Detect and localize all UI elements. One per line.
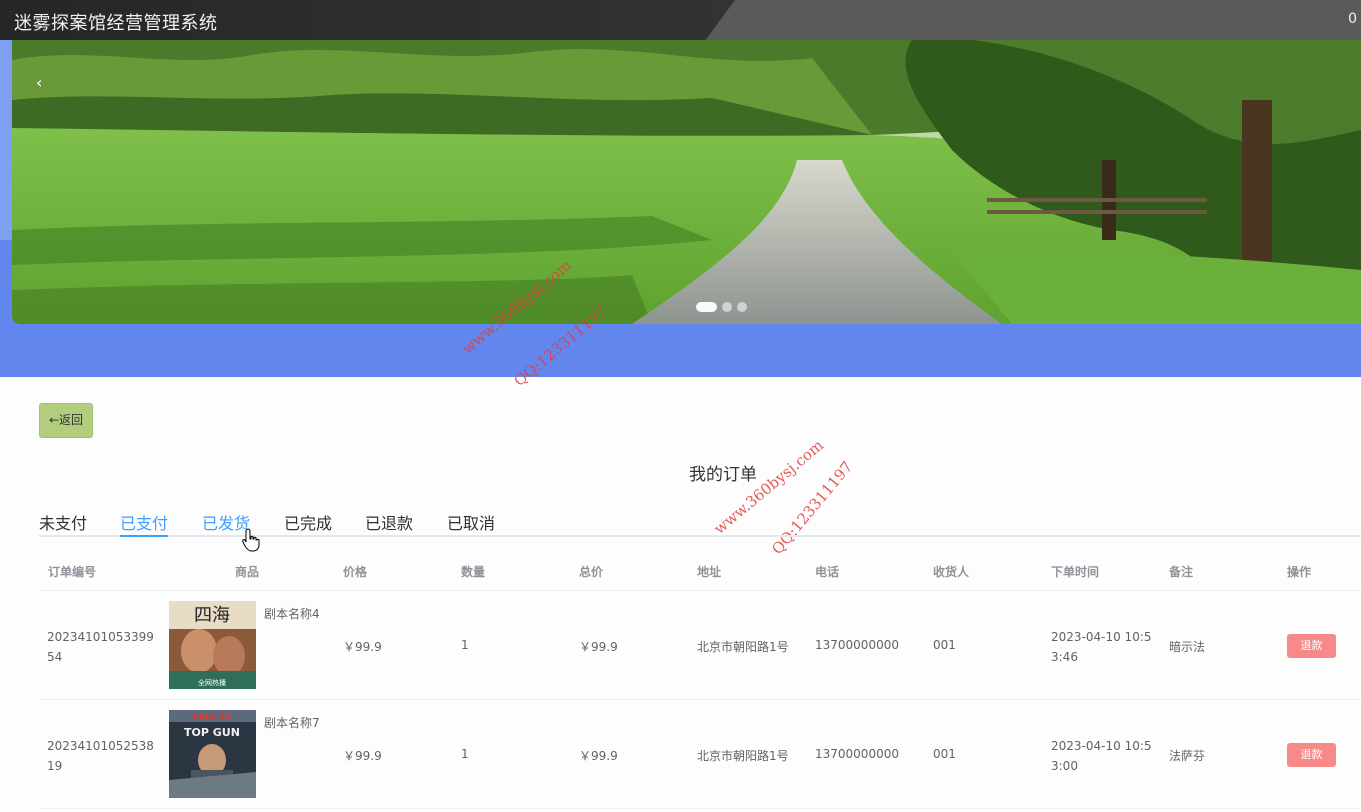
price: ￥99.9 xyxy=(343,640,382,654)
col-remark: 备注 xyxy=(1169,565,1194,579)
phone: 13700000000 xyxy=(815,747,899,761)
banner-image xyxy=(12,40,1361,324)
receiver: 001 xyxy=(933,747,956,761)
page-title: 我的订单 xyxy=(689,465,757,485)
col-phone: 电话 xyxy=(815,565,840,579)
product-poster: IMAX 3D TOP GUN xyxy=(169,710,256,798)
order-time-line: 3:46 xyxy=(1051,650,1078,664)
product-image[interactable]: IMAX 3D TOP GUN xyxy=(169,710,256,798)
table-header: 订单编号 商品 价格 数量 总价 地址 电话 收货人 下单时间 备注 操作 xyxy=(39,550,1361,591)
banner-dot[interactable] xyxy=(737,302,747,312)
banner-indicators xyxy=(696,302,747,312)
order-time-line: 2023-04-10 10:5 xyxy=(1051,630,1152,644)
refund-button[interactable]: 退款 xyxy=(1287,743,1336,767)
banner-prev-arrow[interactable]: ‹ xyxy=(36,70,50,96)
order-number: 20234101053399 54 xyxy=(47,627,157,667)
address: 北京市朝阳路1号 xyxy=(697,640,789,654)
col-price: 价格 xyxy=(343,565,368,579)
product-poster: 四海 全网热播 xyxy=(169,601,256,689)
tab-unpaid[interactable]: 未支付 xyxy=(39,510,87,537)
order-number-line: 20234101053399 xyxy=(47,630,154,644)
back-button[interactable]: ←返回 xyxy=(39,403,93,438)
app-title: 迷雾探案馆经营管理系统 xyxy=(14,13,218,34)
order-time-line: 3:00 xyxy=(1051,759,1078,773)
tab-paid[interactable]: 已支付 xyxy=(120,510,169,537)
banner-dot[interactable] xyxy=(696,302,717,312)
order-number-line: 19 xyxy=(47,759,63,773)
poster-subtitle: 全网热播 xyxy=(198,678,226,687)
table-row: 20234101053399 54 四海 全网热播 剧本名称4 ￥99.9 1 … xyxy=(39,591,1361,700)
poster-title: 四海 xyxy=(194,605,230,626)
col-order-no: 订单编号 xyxy=(48,565,97,579)
quantity: 1 xyxy=(461,638,469,652)
col-receiver: 收货人 xyxy=(933,565,970,579)
product-name: 剧本名称4 xyxy=(264,607,320,621)
price: ￥99.9 xyxy=(343,749,382,763)
page: 迷雾探案馆经营管理系统 0 ‹ www.360bysj.com QQ:12331… xyxy=(0,0,1361,812)
product-name: 剧本名称7 xyxy=(264,716,320,730)
col-order-time: 下单时间 xyxy=(1051,565,1100,579)
remark: 法萨芬 xyxy=(1169,749,1206,763)
banner-carousel[interactable] xyxy=(12,40,1361,324)
order-number-line: 54 xyxy=(47,650,63,664)
order-time: 2023-04-10 10:5 3:00 xyxy=(1051,736,1156,776)
col-action: 操作 xyxy=(1287,565,1312,579)
top-bar: 迷雾探案馆经营管理系统 0 xyxy=(0,0,1361,40)
col-address: 地址 xyxy=(697,565,722,579)
quantity: 1 xyxy=(461,747,469,761)
order-time: 2023-04-10 10:5 3:46 xyxy=(1051,627,1156,667)
remark: 暗示法 xyxy=(1169,640,1206,654)
col-total: 总价 xyxy=(579,565,604,579)
total-price: ￥99.9 xyxy=(579,749,618,763)
phone: 13700000000 xyxy=(815,638,899,652)
col-quantity: 数量 xyxy=(461,565,486,579)
banner-dot[interactable] xyxy=(722,302,732,312)
receiver: 001 xyxy=(933,638,956,652)
poster-title: TOP GUN xyxy=(184,726,240,739)
hand-cursor-icon xyxy=(242,528,260,552)
order-number-line: 20234101052538 xyxy=(47,739,154,753)
header-right-text: 0 xyxy=(1348,11,1357,27)
order-time-line: 2023-04-10 10:5 xyxy=(1051,739,1152,753)
total-price: ￥99.9 xyxy=(579,640,618,654)
orders-table: 订单编号 商品 价格 数量 总价 地址 电话 收货人 下单时间 备注 操作 20… xyxy=(39,550,1361,809)
tab-completed[interactable]: 已完成 xyxy=(284,510,332,537)
col-product: 商品 xyxy=(235,565,260,579)
order-status-tabs: 未支付 已支付 已发货 已完成 已退款 已取消 xyxy=(39,508,1361,537)
product-image[interactable]: 四海 全网热播 xyxy=(169,601,256,689)
tab-cancelled[interactable]: 已取消 xyxy=(447,510,495,537)
table-row: 20234101052538 19 IMAX 3D TOP GUN 剧本名称7 … xyxy=(39,700,1361,809)
tab-refunded[interactable]: 已退款 xyxy=(365,510,413,537)
order-number: 20234101052538 19 xyxy=(47,736,157,776)
address: 北京市朝阳路1号 xyxy=(697,749,789,763)
poster-subtitle: IMAX 3D xyxy=(193,713,232,722)
refund-button[interactable]: 退款 xyxy=(1287,634,1336,658)
